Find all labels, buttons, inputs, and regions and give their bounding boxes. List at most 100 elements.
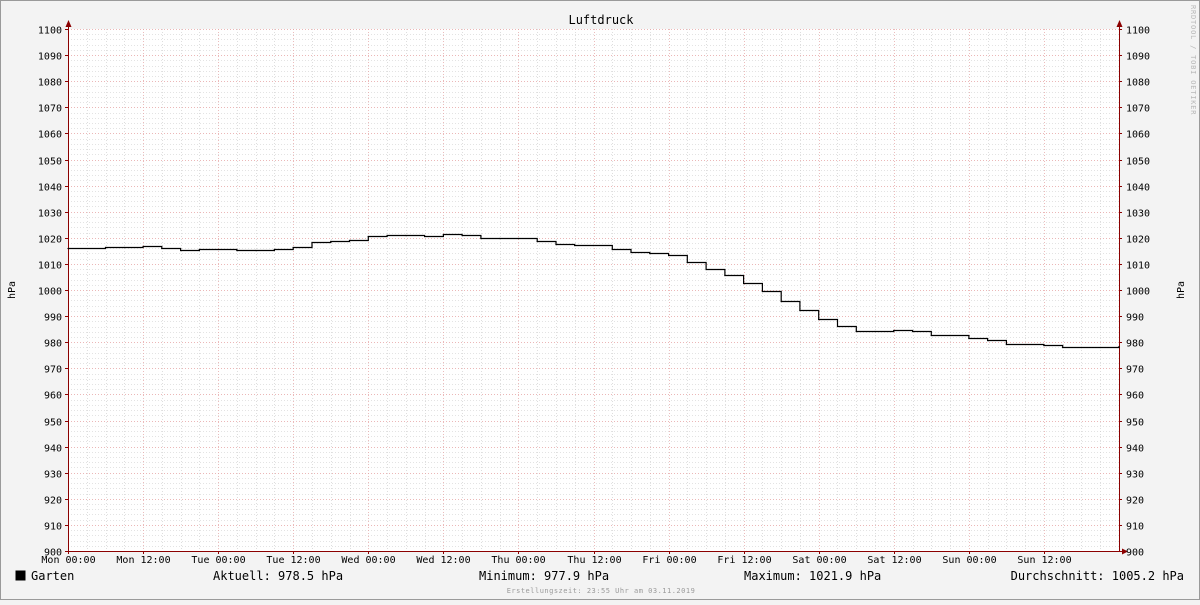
data-point [330,240,332,243]
data-point [442,233,444,236]
y-tick-label: 1040 [1126,183,1150,194]
y-tick-label: 1010 [1126,261,1150,272]
data-point [273,248,275,251]
data-point [348,239,351,242]
data-point [649,252,651,255]
x-tick-label: Sun 12:00 [1017,555,1071,566]
data-point [461,234,463,237]
data-point [292,246,294,249]
x-tick-label: Thu 12:00 [567,555,621,566]
pressure-chart: 900 910 920 930 940 950 960 970 980 990 1000 1010 10… [7,5,1197,595]
data-point [499,237,501,240]
footer-timestamp: Erstellungszeit: 23:55 Uhr am 03.11.2019 [507,587,696,595]
y-tick-label: 970 [1126,365,1144,376]
data-point [818,318,820,321]
legend-series-name: Garten [31,569,74,583]
x-tick-label: Wed 00:00 [341,555,395,566]
x-tick-label: Wed 12:00 [416,555,470,566]
data-point [1062,346,1064,349]
data-point [874,330,876,333]
y-tick-label: 920 [44,496,62,507]
data-point [536,240,538,243]
watermark: RRDTOOL / TOBI OETIKER [1189,5,1197,115]
x-tick-label: Sun 00:00 [942,555,996,566]
x-tick-label: Fri 12:00 [717,555,771,566]
legend-minimum: Minimum: 977.9 hPa [479,569,609,583]
y-tick-label: 920 [1126,496,1144,507]
data-point [987,339,989,342]
y-tick-label: 900 [1126,548,1144,559]
y-tick-label: 1050 [38,157,62,168]
data-point [743,282,745,285]
legend-durchschnitt: Durchschnitt: 1005.2 hPa [1011,569,1184,583]
data-point [1080,346,1083,349]
data-point [555,243,557,246]
data-point [1043,344,1045,347]
data-point [930,334,932,337]
x-tick-label: Sat 00:00 [792,555,846,566]
data-point [611,248,613,251]
y-axis-arrow-right [1116,20,1123,27]
data-point [893,329,895,332]
y-tick-label: 980 [44,339,62,350]
y-tick-label: 1030 [1126,209,1150,220]
data-point [367,235,369,238]
data-point [592,244,595,247]
data-point [668,254,670,257]
data-point [912,330,914,333]
data-point [1118,345,1120,348]
y-tick-label: 910 [1126,522,1144,533]
data-point [386,234,388,237]
data-point [686,261,688,264]
data-point [968,337,970,340]
chart-title: Luftdruck [568,13,634,27]
x-tick-label: Sat 12:00 [867,555,921,566]
data-point [67,247,69,250]
x-tick-label: Fri 00:00 [642,555,696,566]
data-point [405,234,407,237]
y-tick-label: 910 [44,522,62,533]
data-point [630,251,632,254]
y-tick-label: 930 [1126,470,1144,481]
y-tick-label: 990 [44,313,62,324]
y-tick-label: 930 [44,470,62,481]
y-tick-label: 1050 [1126,157,1150,168]
y-axis-label-left: hPa [7,281,18,299]
data-point [480,237,482,240]
legend-aktuell: Aktuell: 978.5 hPa [213,569,343,583]
y-tick-labels-left: 9009109209309409509609709809901000101010… [38,26,62,559]
x-tick-label: Tue 00:00 [191,555,245,566]
data-point [949,334,951,337]
y-tick-label: 1080 [38,78,62,89]
data-point [705,268,707,271]
y-tick-label: 1090 [1126,52,1150,63]
data-point [780,300,782,303]
y-tick-label: 980 [1126,339,1144,350]
y-tick-label: 950 [44,418,62,429]
y-tick-label: 1070 [1126,104,1150,115]
data-point [1005,343,1008,346]
y-tick-label: 1080 [1126,78,1150,89]
x-tick-label: Mon 12:00 [116,555,170,566]
y-tick-label: 960 [44,391,62,402]
data-point [1099,346,1101,349]
data-point [836,325,839,328]
data-point [161,247,163,250]
data-point [104,246,107,249]
y-tick-label: 960 [1126,391,1144,402]
y-tick-label: 970 [44,365,62,376]
chart-window: 900 910 920 930 940 950 960 970 980 990 1000 1010 10… [0,0,1200,600]
y-axis-label-right: hPa [1176,281,1187,299]
y-tick-label: 1040 [38,183,62,194]
data-point [142,245,144,248]
y-tick-label: 1070 [38,104,62,115]
legend-maximum: Maximum: 1021.9 hPa [744,569,881,583]
data-point [255,249,257,252]
data-point [1024,343,1026,346]
data-point [761,290,764,293]
y-tick-label: 990 [1126,313,1144,324]
data-point [724,274,726,277]
y-tick-label: 1100 [38,26,62,37]
data-point [517,237,520,240]
data-point [236,249,238,252]
